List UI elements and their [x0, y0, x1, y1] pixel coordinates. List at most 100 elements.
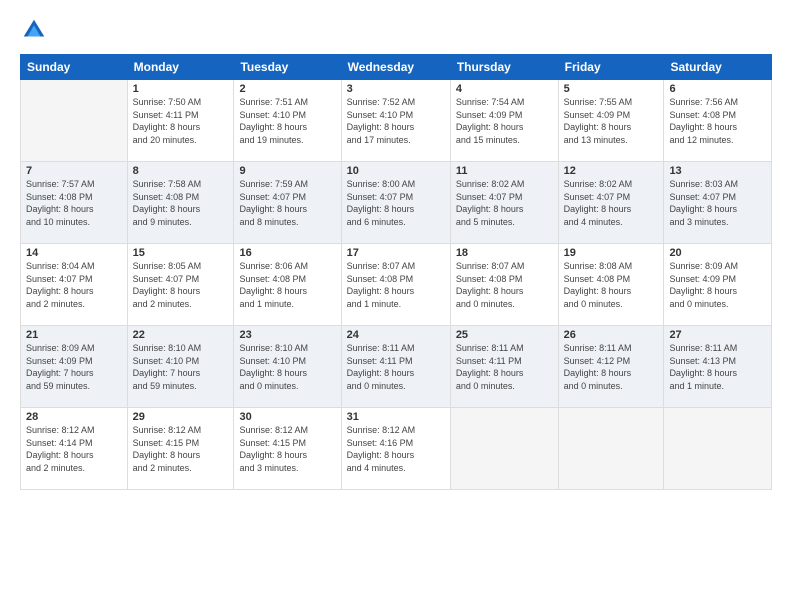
day-number: 13: [669, 165, 766, 177]
calendar-cell: 3Sunrise: 7:52 AM Sunset: 4:10 PM Daylig…: [341, 80, 450, 162]
day-number: 16: [239, 247, 335, 259]
day-info: Sunrise: 8:05 AM Sunset: 4:07 PM Dayligh…: [133, 260, 229, 310]
day-info: Sunrise: 7:52 AM Sunset: 4:10 PM Dayligh…: [347, 96, 445, 146]
day-number: 15: [133, 247, 229, 259]
weekday-header-wednesday: Wednesday: [341, 55, 450, 80]
day-number: 29: [133, 411, 229, 423]
day-number: 27: [669, 329, 766, 341]
day-number: 7: [26, 165, 122, 177]
day-info: Sunrise: 8:11 AM Sunset: 4:13 PM Dayligh…: [669, 342, 766, 392]
weekday-header-row: SundayMondayTuesdayWednesdayThursdayFrid…: [21, 55, 772, 80]
weekday-header-saturday: Saturday: [664, 55, 772, 80]
day-number: 26: [564, 329, 659, 341]
weekday-header-thursday: Thursday: [450, 55, 558, 80]
day-info: Sunrise: 8:04 AM Sunset: 4:07 PM Dayligh…: [26, 260, 122, 310]
day-info: Sunrise: 8:10 AM Sunset: 4:10 PM Dayligh…: [133, 342, 229, 392]
day-info: Sunrise: 7:54 AM Sunset: 4:09 PM Dayligh…: [456, 96, 553, 146]
calendar-cell: 12Sunrise: 8:02 AM Sunset: 4:07 PM Dayli…: [558, 162, 664, 244]
week-row-1: 1Sunrise: 7:50 AM Sunset: 4:11 PM Daylig…: [21, 80, 772, 162]
week-row-2: 7Sunrise: 7:57 AM Sunset: 4:08 PM Daylig…: [21, 162, 772, 244]
day-number: 18: [456, 247, 553, 259]
calendar-cell: 9Sunrise: 7:59 AM Sunset: 4:07 PM Daylig…: [234, 162, 341, 244]
calendar-cell: 21Sunrise: 8:09 AM Sunset: 4:09 PM Dayli…: [21, 326, 128, 408]
calendar-cell: 24Sunrise: 8:11 AM Sunset: 4:11 PM Dayli…: [341, 326, 450, 408]
day-number: 3: [347, 83, 445, 95]
day-number: 2: [239, 83, 335, 95]
day-info: Sunrise: 8:02 AM Sunset: 4:07 PM Dayligh…: [456, 178, 553, 228]
day-info: Sunrise: 7:58 AM Sunset: 4:08 PM Dayligh…: [133, 178, 229, 228]
day-number: 11: [456, 165, 553, 177]
calendar-cell: 7Sunrise: 7:57 AM Sunset: 4:08 PM Daylig…: [21, 162, 128, 244]
logo-icon: [20, 16, 48, 44]
calendar-cell: 30Sunrise: 8:12 AM Sunset: 4:15 PM Dayli…: [234, 408, 341, 490]
day-info: Sunrise: 8:12 AM Sunset: 4:14 PM Dayligh…: [26, 424, 122, 474]
weekday-header-monday: Monday: [127, 55, 234, 80]
calendar-cell: 2Sunrise: 7:51 AM Sunset: 4:10 PM Daylig…: [234, 80, 341, 162]
weekday-header-sunday: Sunday: [21, 55, 128, 80]
calendar-cell: 15Sunrise: 8:05 AM Sunset: 4:07 PM Dayli…: [127, 244, 234, 326]
day-number: 25: [456, 329, 553, 341]
day-info: Sunrise: 7:57 AM Sunset: 4:08 PM Dayligh…: [26, 178, 122, 228]
day-info: Sunrise: 8:02 AM Sunset: 4:07 PM Dayligh…: [564, 178, 659, 228]
weekday-header-friday: Friday: [558, 55, 664, 80]
week-row-3: 14Sunrise: 8:04 AM Sunset: 4:07 PM Dayli…: [21, 244, 772, 326]
day-number: 20: [669, 247, 766, 259]
day-info: Sunrise: 8:09 AM Sunset: 4:09 PM Dayligh…: [26, 342, 122, 392]
day-info: Sunrise: 7:55 AM Sunset: 4:09 PM Dayligh…: [564, 96, 659, 146]
calendar-cell: 17Sunrise: 8:07 AM Sunset: 4:08 PM Dayli…: [341, 244, 450, 326]
day-info: Sunrise: 8:03 AM Sunset: 4:07 PM Dayligh…: [669, 178, 766, 228]
day-info: Sunrise: 8:00 AM Sunset: 4:07 PM Dayligh…: [347, 178, 445, 228]
calendar-cell: 28Sunrise: 8:12 AM Sunset: 4:14 PM Dayli…: [21, 408, 128, 490]
calendar-cell: 14Sunrise: 8:04 AM Sunset: 4:07 PM Dayli…: [21, 244, 128, 326]
day-info: Sunrise: 8:07 AM Sunset: 4:08 PM Dayligh…: [347, 260, 445, 310]
calendar-cell: 26Sunrise: 8:11 AM Sunset: 4:12 PM Dayli…: [558, 326, 664, 408]
calendar-cell: 16Sunrise: 8:06 AM Sunset: 4:08 PM Dayli…: [234, 244, 341, 326]
day-number: 19: [564, 247, 659, 259]
day-number: 17: [347, 247, 445, 259]
logo: [20, 16, 52, 44]
calendar-cell: [558, 408, 664, 490]
calendar-cell: 4Sunrise: 7:54 AM Sunset: 4:09 PM Daylig…: [450, 80, 558, 162]
day-number: 4: [456, 83, 553, 95]
page: SundayMondayTuesdayWednesdayThursdayFrid…: [0, 0, 792, 612]
day-info: Sunrise: 8:11 AM Sunset: 4:12 PM Dayligh…: [564, 342, 659, 392]
day-info: Sunrise: 8:08 AM Sunset: 4:08 PM Dayligh…: [564, 260, 659, 310]
calendar-cell: 10Sunrise: 8:00 AM Sunset: 4:07 PM Dayli…: [341, 162, 450, 244]
calendar-cell: 23Sunrise: 8:10 AM Sunset: 4:10 PM Dayli…: [234, 326, 341, 408]
calendar-cell: 20Sunrise: 8:09 AM Sunset: 4:09 PM Dayli…: [664, 244, 772, 326]
day-info: Sunrise: 8:06 AM Sunset: 4:08 PM Dayligh…: [239, 260, 335, 310]
calendar-cell: 5Sunrise: 7:55 AM Sunset: 4:09 PM Daylig…: [558, 80, 664, 162]
weekday-header-tuesday: Tuesday: [234, 55, 341, 80]
day-info: Sunrise: 8:12 AM Sunset: 4:15 PM Dayligh…: [133, 424, 229, 474]
calendar-cell: 29Sunrise: 8:12 AM Sunset: 4:15 PM Dayli…: [127, 408, 234, 490]
day-number: 1: [133, 83, 229, 95]
calendar-cell: 25Sunrise: 8:11 AM Sunset: 4:11 PM Dayli…: [450, 326, 558, 408]
day-number: 10: [347, 165, 445, 177]
header: [20, 16, 772, 44]
calendar-cell: 1Sunrise: 7:50 AM Sunset: 4:11 PM Daylig…: [127, 80, 234, 162]
day-info: Sunrise: 8:10 AM Sunset: 4:10 PM Dayligh…: [239, 342, 335, 392]
week-row-5: 28Sunrise: 8:12 AM Sunset: 4:14 PM Dayli…: [21, 408, 772, 490]
day-info: Sunrise: 7:50 AM Sunset: 4:11 PM Dayligh…: [133, 96, 229, 146]
day-number: 21: [26, 329, 122, 341]
day-number: 8: [133, 165, 229, 177]
day-info: Sunrise: 8:09 AM Sunset: 4:09 PM Dayligh…: [669, 260, 766, 310]
day-info: Sunrise: 8:11 AM Sunset: 4:11 PM Dayligh…: [456, 342, 553, 392]
day-number: 14: [26, 247, 122, 259]
day-number: 28: [26, 411, 122, 423]
calendar-cell: [664, 408, 772, 490]
day-info: Sunrise: 8:11 AM Sunset: 4:11 PM Dayligh…: [347, 342, 445, 392]
calendar-cell: [21, 80, 128, 162]
day-info: Sunrise: 8:12 AM Sunset: 4:16 PM Dayligh…: [347, 424, 445, 474]
day-number: 12: [564, 165, 659, 177]
calendar-cell: [450, 408, 558, 490]
day-info: Sunrise: 8:07 AM Sunset: 4:08 PM Dayligh…: [456, 260, 553, 310]
day-info: Sunrise: 8:12 AM Sunset: 4:15 PM Dayligh…: [239, 424, 335, 474]
calendar-cell: 19Sunrise: 8:08 AM Sunset: 4:08 PM Dayli…: [558, 244, 664, 326]
day-number: 31: [347, 411, 445, 423]
day-info: Sunrise: 7:59 AM Sunset: 4:07 PM Dayligh…: [239, 178, 335, 228]
day-info: Sunrise: 7:56 AM Sunset: 4:08 PM Dayligh…: [669, 96, 766, 146]
day-number: 30: [239, 411, 335, 423]
day-number: 5: [564, 83, 659, 95]
day-number: 9: [239, 165, 335, 177]
